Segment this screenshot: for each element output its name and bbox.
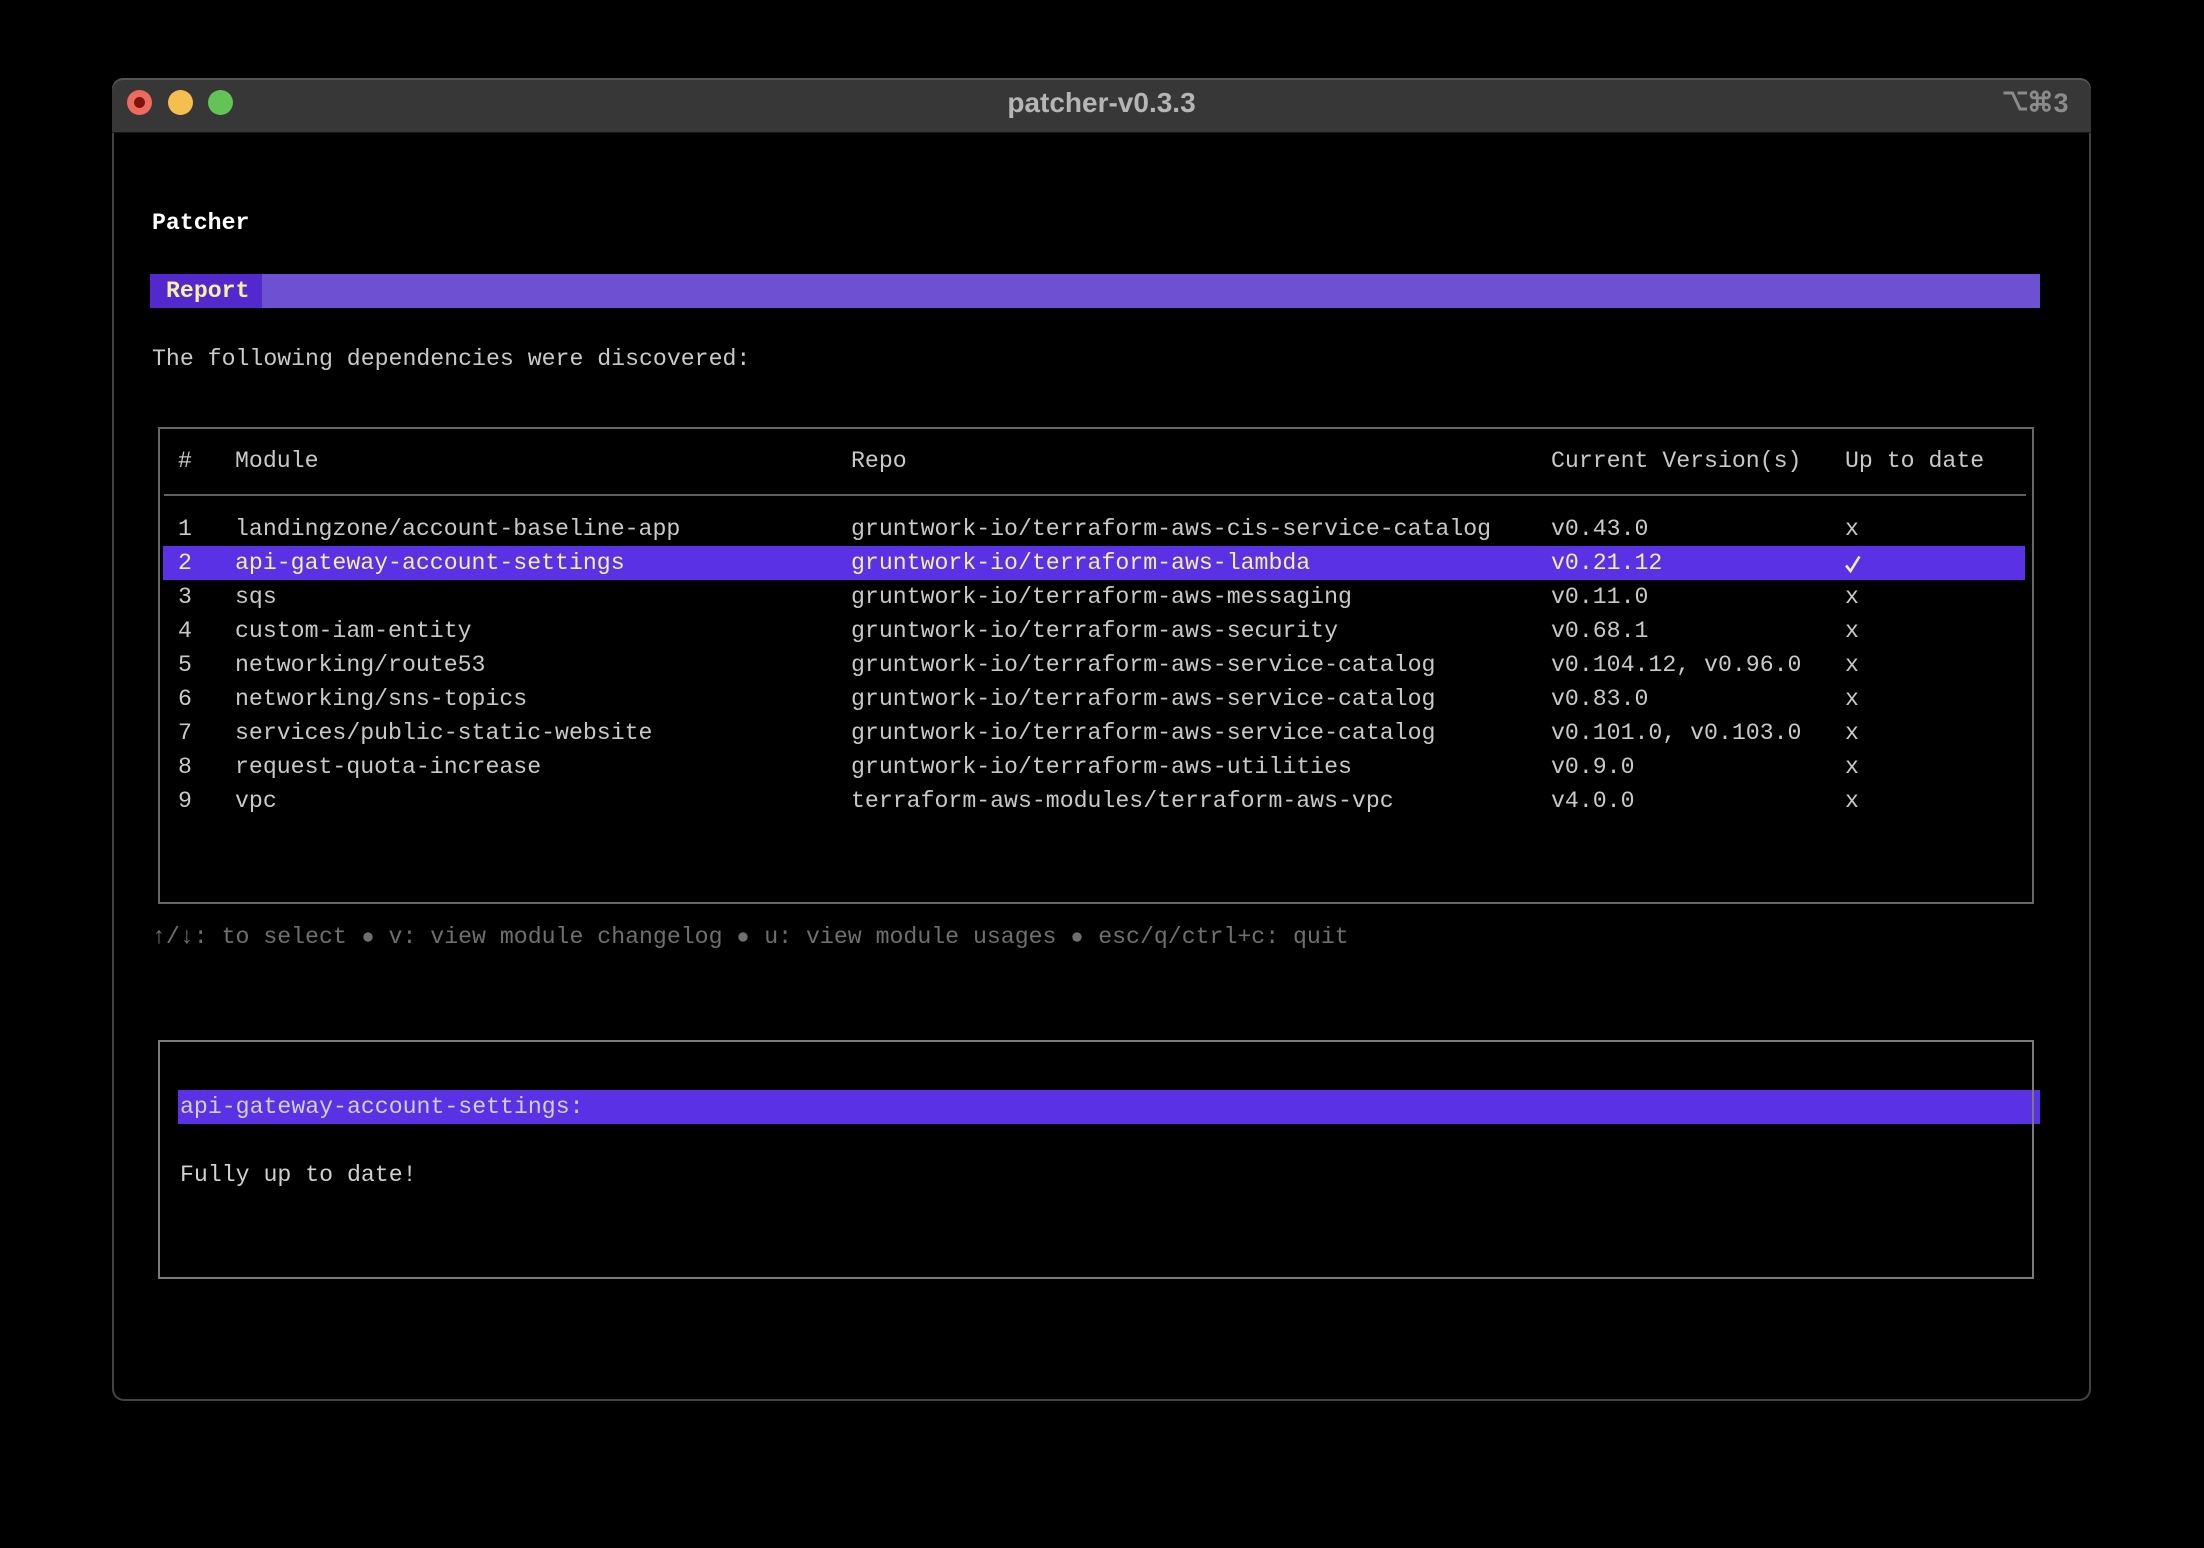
svg-text:3: 3 bbox=[2054, 88, 2069, 116]
